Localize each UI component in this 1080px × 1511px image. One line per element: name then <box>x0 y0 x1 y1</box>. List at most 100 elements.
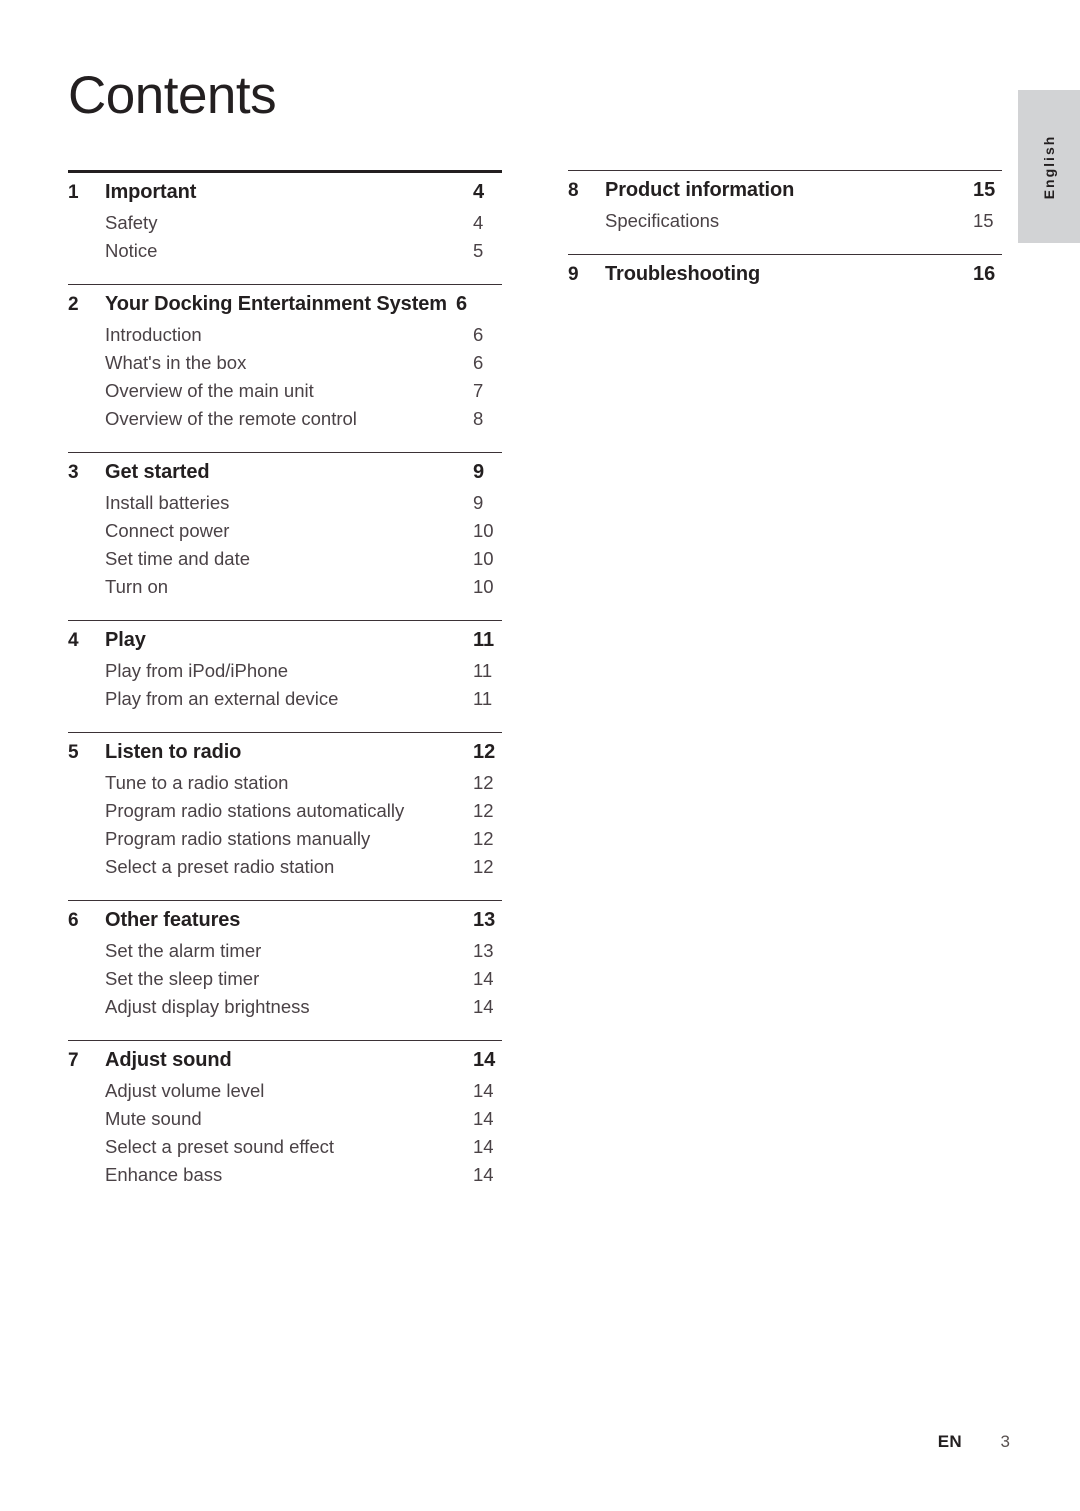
toc-section-row[interactable]: 3 Get started 9 <box>68 461 502 492</box>
toc-entry-page-number: 11 <box>473 688 493 709</box>
toc-section-row[interactable]: 9 Troubleshooting 16 <box>568 263 1002 294</box>
toc-section-number: 2 <box>68 294 79 315</box>
toc-entry-title: Overview of the remote control <box>105 408 357 429</box>
toc-section-page-number: 11 <box>473 629 495 651</box>
toc-entry-row[interactable]: 0Set the alarm timer13 <box>68 940 502 968</box>
toc-entry-page-number: 10 <box>473 576 494 597</box>
toc-entry-title: Play from iPod/iPhone <box>105 660 289 681</box>
toc-section-body: 3Get started90Install batteries90Connect… <box>68 453 502 620</box>
toc-section-page-number: 15 <box>973 179 996 201</box>
toc-entry-row[interactable]: 0Overview of the remote control8 <box>68 408 502 436</box>
toc-section-title: Get started <box>105 461 210 483</box>
toc-section-page-number: 16 <box>973 263 996 285</box>
toc-entry-page-number: 11 <box>473 660 493 681</box>
toc-entry-title: Enhance bass <box>105 1164 223 1185</box>
document-page: English Contents 1Important40Safety40Not… <box>0 0 1080 1511</box>
toc-section-title: Troubleshooting <box>605 263 761 285</box>
toc-entry-page-number: 13 <box>473 940 494 961</box>
toc-entry-title: Program radio stations automatically <box>105 800 405 821</box>
toc-section: 7Adjust sound140Adjust volume level140Mu… <box>68 1040 502 1208</box>
toc-entry-title: Select a preset radio station <box>105 856 335 877</box>
toc-entry-title: Connect power <box>105 520 230 541</box>
toc-entry-row[interactable]: 0Tune to a radio station12 <box>68 772 502 800</box>
toc-entry-row[interactable]: 0Set time and date10 <box>68 548 502 576</box>
toc-entry-row[interactable]: 0Turn on10 <box>68 576 502 604</box>
toc-entry-page-number: 14 <box>473 996 494 1017</box>
toc-section-number: 3 <box>68 462 79 483</box>
toc-section-page-number: 12 <box>473 741 496 763</box>
toc-entry-title: What's in the box <box>105 352 247 373</box>
toc-entry-page-number: 15 <box>973 210 994 231</box>
toc-section-title: Play <box>105 629 146 651</box>
toc-entry-page-number: 8 <box>473 408 484 429</box>
toc-section-body: 8Product information150Specifications15 <box>568 171 1002 254</box>
toc-entry-row[interactable]: 0What's in the box6 <box>68 352 502 380</box>
toc-section-row[interactable]: 5 Listen to radio 12 <box>68 741 502 772</box>
toc-entry-page-number: 12 <box>473 772 494 793</box>
language-tab-label: English <box>1041 134 1057 199</box>
page-footer: EN 3 <box>0 1432 1010 1452</box>
toc-entry-row[interactable]: 0Introduction6 <box>68 324 502 352</box>
toc-entry-row[interactable]: 0Specifications15 <box>568 210 1002 238</box>
toc-entry-row[interactable]: 0Safety4 <box>68 212 502 240</box>
toc-section-row[interactable]: 6 Other features 13 <box>68 909 502 940</box>
toc-section-body: 1Important40Safety40Notice5 <box>68 173 502 284</box>
toc-entry-title: Adjust volume level <box>105 1080 265 1101</box>
toc-section-number: 4 <box>68 630 79 651</box>
toc-entry-page-number: 14 <box>473 1136 494 1157</box>
toc-section: 6Other features130Set the alarm timer130… <box>68 900 502 1040</box>
toc-section-body: 5Listen to radio120Tune to a radio stati… <box>68 733 502 900</box>
toc-entry-row[interactable]: 0Notice5 <box>68 240 502 268</box>
toc-entry-title: Install batteries <box>105 492 230 513</box>
toc-entry-row[interactable]: 0Program radio stations manually12 <box>68 828 502 856</box>
toc-section-title: Your Docking Entertainment System <box>105 293 447 315</box>
toc-entry-page-number: 6 <box>473 352 484 373</box>
toc-entry-title: Specifications <box>605 210 720 231</box>
toc-entry-title: Set the sleep timer <box>105 968 260 989</box>
toc-entry-row[interactable]: 0Play from iPod/iPhone11 <box>68 660 502 688</box>
toc-section-number: 5 <box>68 742 79 763</box>
toc-entry-title: Safety <box>105 212 158 233</box>
toc-entry-title: Notice <box>105 240 158 261</box>
toc-section-page-number: 9 <box>473 461 485 483</box>
toc-entry-page-number: 14 <box>473 1164 494 1185</box>
toc-section: 2 Your Docking Entertainment System 60Intr… <box>68 284 502 452</box>
toc-entry-page-number: 7 <box>473 380 484 401</box>
toc-entry-row[interactable]: 0Connect power10 <box>68 520 502 548</box>
toc-entry-page-number: 10 <box>473 548 494 569</box>
toc-column-left: 1Important40Safety40Notice52Your Docking… <box>68 170 502 1208</box>
toc-entry-row[interactable]: 0Enhance bass14 <box>68 1164 502 1192</box>
toc-entry-row[interactable]: 0Adjust volume level14 <box>68 1080 502 1108</box>
toc-section: 8Product information150Specifications15 <box>568 170 1002 254</box>
toc-entry-row[interactable]: 0Install batteries9 <box>68 492 502 520</box>
toc-section-title: Listen to radio <box>105 741 242 763</box>
toc-entry-title: Set time and date <box>105 548 251 569</box>
page-title: Contents <box>68 66 277 125</box>
toc-section-number: 8 <box>568 180 579 201</box>
toc-section-row[interactable]: 7 Adjust sound 14 <box>68 1049 502 1080</box>
toc-entry-row[interactable]: 0Play from an external device11 <box>68 688 502 716</box>
toc-section: 5Listen to radio120Tune to a radio stati… <box>68 732 502 900</box>
toc-section-row[interactable]: 8 Product information 15 <box>568 179 1002 210</box>
toc-section-page-number: 4 <box>473 181 485 203</box>
toc-entry-title: Set the alarm timer <box>105 940 262 961</box>
toc-section-row[interactable]: 2 Your Docking Entertainment System 6 <box>68 293 502 324</box>
toc-entry-row[interactable]: 0Mute sound14 <box>68 1108 502 1136</box>
toc-entry-title: Select a preset sound effect <box>105 1136 335 1157</box>
toc-section-row[interactable]: 4 Play 11 <box>68 629 502 660</box>
toc-section: 4Play110Play from iPod/iPhone110Play fro… <box>68 620 502 732</box>
toc-entry-row[interactable]: 0Adjust display brightness14 <box>68 996 502 1024</box>
toc-entry-row[interactable]: 0Select a preset radio station12 <box>68 856 502 884</box>
toc-entry-title: Overview of the main unit <box>105 380 314 401</box>
toc-entry-row[interactable]: 0Overview of the main unit7 <box>68 380 502 408</box>
toc-section-row[interactable]: 1 Important 4 <box>68 181 502 212</box>
toc-section-page-number: 13 <box>473 909 496 931</box>
toc-entry-page-number: 4 <box>473 212 484 233</box>
toc-entry-row[interactable]: 0Set the sleep timer14 <box>68 968 502 996</box>
toc-entry-page-number: 10 <box>473 520 494 541</box>
toc-entry-page-number: 12 <box>473 856 494 877</box>
toc-entry-row[interactable]: 0Select a preset sound effect14 <box>68 1136 502 1164</box>
toc-entry-row[interactable]: 0Program radio stations automatically12 <box>68 800 502 828</box>
toc-section-body: 7Adjust sound140Adjust volume level140Mu… <box>68 1041 502 1208</box>
toc-entry-page-number: 6 <box>473 324 484 345</box>
